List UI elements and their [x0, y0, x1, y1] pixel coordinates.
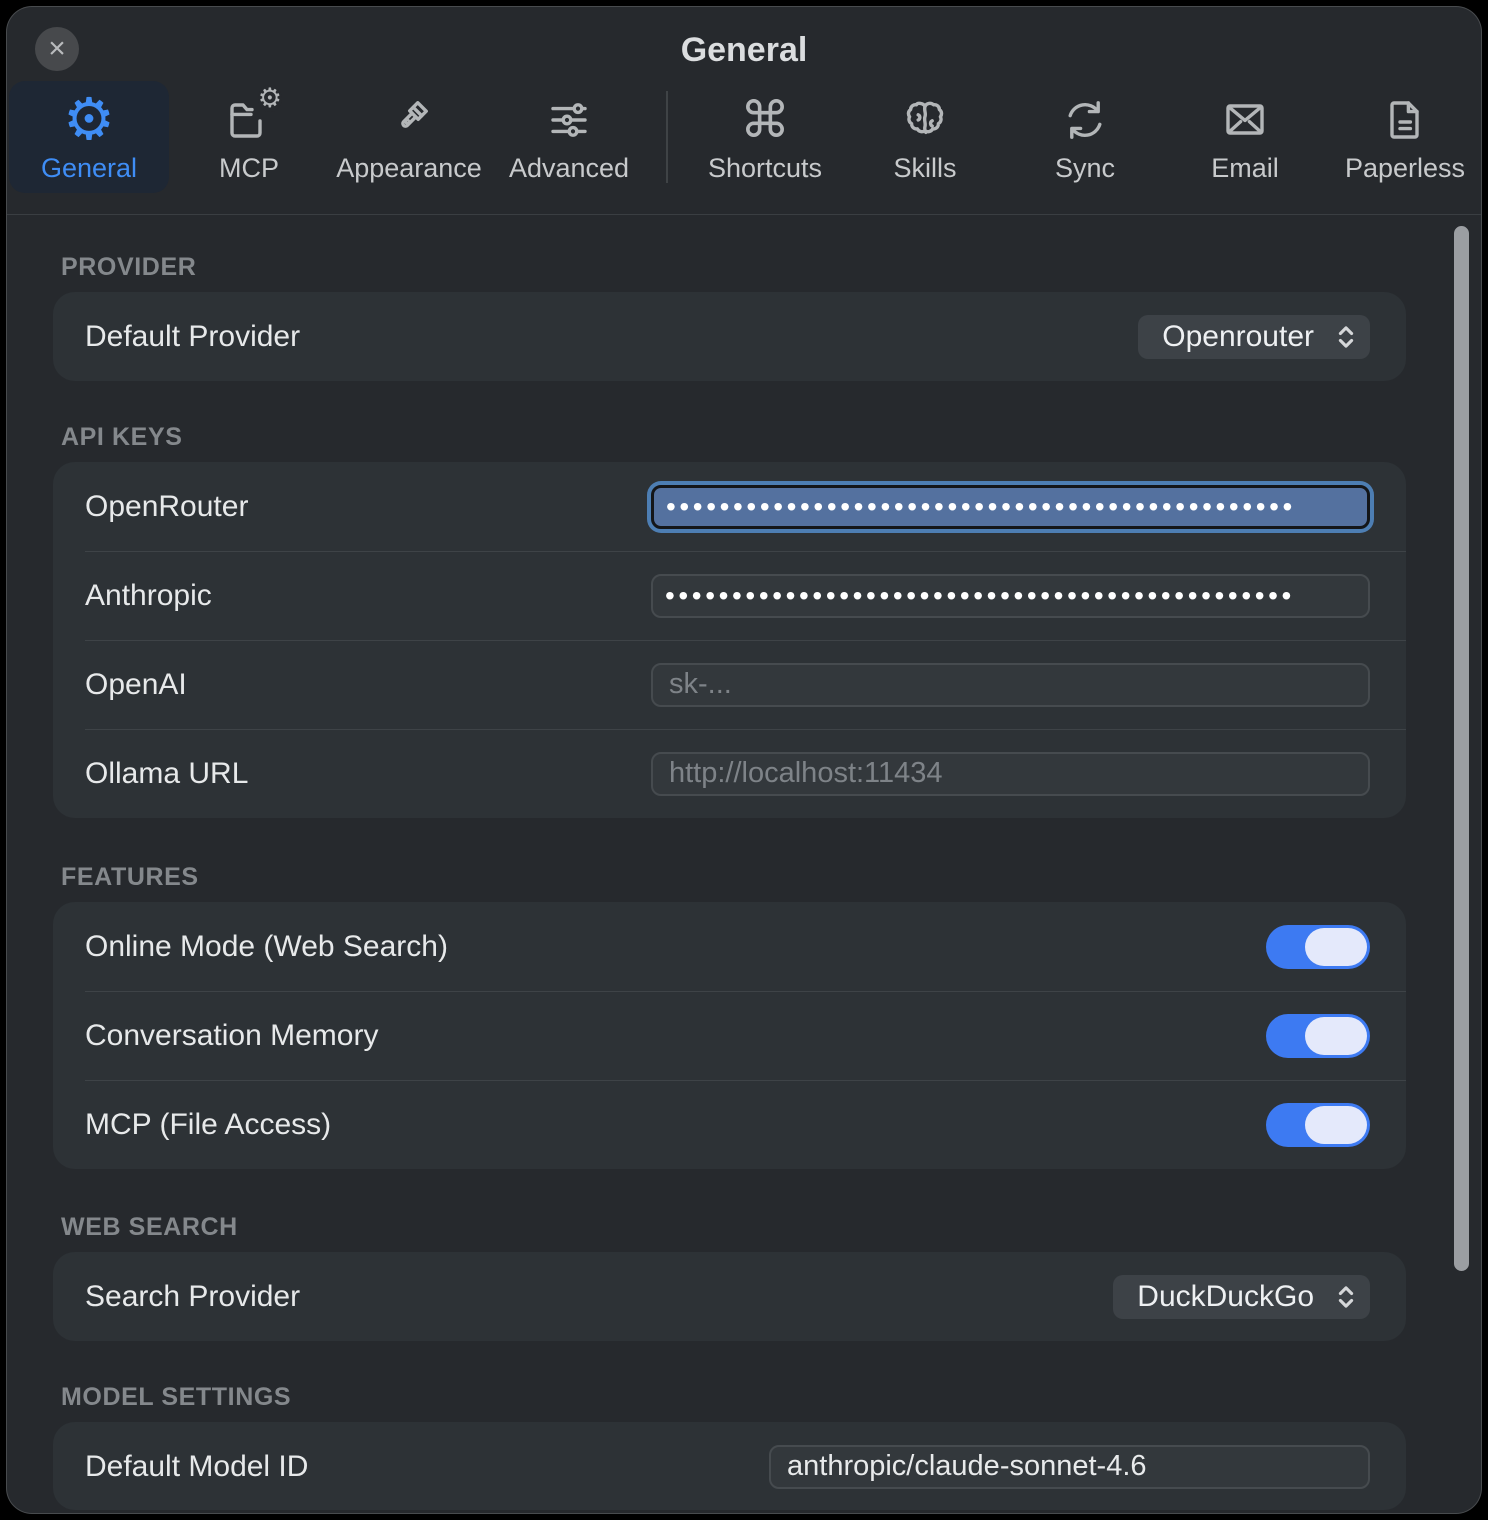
paintbrush-icon — [385, 91, 433, 149]
default-model-id-row: Default Model ID — [53, 1422, 1406, 1511]
default-model-id-input[interactable] — [769, 1445, 1370, 1489]
ollama-url-row: Ollama URL — [53, 729, 1406, 818]
tab-shortcuts[interactable]: ⌘ Shortcuts — [685, 81, 845, 193]
openrouter-key-label: OpenRouter — [85, 490, 651, 524]
search-provider-select[interactable]: DuckDuckGo — [1113, 1275, 1370, 1319]
command-icon: ⌘ — [740, 91, 790, 149]
document-icon — [1381, 91, 1429, 149]
openai-key-row: OpenAI — [53, 640, 1406, 729]
tab-label: Sync — [1055, 153, 1115, 184]
tab-mcp[interactable]: ⚙ MCP — [169, 81, 329, 193]
default-provider-label: Default Provider — [85, 320, 1138, 354]
model-settings-card: Default Model ID — [53, 1422, 1406, 1510]
default-model-id-label: Default Model ID — [85, 1450, 769, 1484]
sliders-icon — [545, 91, 593, 149]
provider-card: Default Provider Openrouter — [53, 292, 1406, 381]
tab-paperless[interactable]: Paperless — [1325, 81, 1482, 193]
tab-label: Advanced — [509, 153, 629, 184]
mcp-file-access-label: MCP (File Access) — [85, 1108, 1266, 1142]
toggle-knob — [1305, 1106, 1367, 1144]
search-provider-value: DuckDuckGo — [1137, 1280, 1314, 1314]
online-mode-toggle[interactable] — [1266, 925, 1370, 969]
conversation-memory-row: Conversation Memory — [53, 991, 1406, 1080]
sync-icon — [1061, 91, 1109, 149]
toolbar: × General ⚙ General ⚙ MCP — [7, 7, 1481, 215]
tab-appearance[interactable]: Appearance — [329, 81, 489, 193]
section-header-provider: PROVIDER — [61, 253, 196, 282]
section-header-api-keys: API KEYS — [61, 423, 183, 452]
default-provider-value: Openrouter — [1162, 320, 1314, 354]
web-search-card: Search Provider DuckDuckGo — [53, 1252, 1406, 1341]
toggle-knob — [1305, 928, 1367, 966]
openrouter-key-row: OpenRouter •••••••••••••••••••••••••••••… — [53, 462, 1406, 551]
tab-advanced[interactable]: Advanced — [489, 81, 649, 193]
tab-label: Shortcuts — [708, 153, 822, 184]
ollama-url-label: Ollama URL — [85, 757, 651, 791]
openai-key-label: OpenAI — [85, 668, 651, 702]
anthropic-key-input[interactable]: ••••••••••••••••••••••••••••••••••••••••… — [651, 574, 1370, 618]
tab-label: MCP — [219, 153, 279, 184]
tab-bar: ⚙ General ⚙ MCP — [9, 81, 1482, 193]
tab-skills[interactable]: Skills — [845, 81, 1005, 193]
mcp-file-access-toggle[interactable] — [1266, 1103, 1370, 1147]
section-header-features: FEATURES — [61, 863, 199, 892]
tab-label: General — [41, 153, 137, 184]
online-mode-row: Online Mode (Web Search) — [53, 902, 1406, 991]
chevron-up-down-icon — [1336, 323, 1356, 351]
gear-icon: ⚙ — [63, 91, 115, 149]
ollama-url-input[interactable] — [651, 752, 1370, 796]
tab-label: Paperless — [1345, 153, 1465, 184]
tab-sync[interactable]: Sync — [1005, 81, 1165, 193]
toggle-knob — [1305, 1017, 1367, 1055]
features-card: Online Mode (Web Search) Conversation Me… — [53, 902, 1406, 1169]
window-title: General — [7, 31, 1481, 70]
default-provider-select[interactable]: Openrouter — [1138, 315, 1370, 359]
anthropic-key-row: Anthropic ••••••••••••••••••••••••••••••… — [53, 551, 1406, 640]
scrollbar-thumb[interactable] — [1454, 226, 1469, 1271]
anthropic-key-label: Anthropic — [85, 579, 651, 613]
openrouter-key-input[interactable]: ••••••••••••••••••••••••••••••••••••••••… — [651, 485, 1370, 529]
chevron-up-down-icon — [1336, 1283, 1356, 1311]
tab-label: Appearance — [336, 153, 482, 184]
openai-key-input[interactable] — [651, 663, 1370, 707]
tab-label: Skills — [893, 153, 956, 184]
section-header-model-settings: MODEL SETTINGS — [61, 1383, 291, 1412]
search-provider-row: Search Provider DuckDuckGo — [53, 1252, 1406, 1341]
settings-window: × General ⚙ General ⚙ MCP — [6, 6, 1482, 1514]
mcp-file-access-row: MCP (File Access) — [53, 1080, 1406, 1169]
default-provider-row: Default Provider Openrouter — [53, 292, 1406, 381]
envelope-icon — [1221, 91, 1269, 149]
conversation-memory-toggle[interactable] — [1266, 1014, 1370, 1058]
conversation-memory-label: Conversation Memory — [85, 1019, 1266, 1053]
section-header-web-search: WEB SEARCH — [61, 1213, 238, 1242]
search-provider-label: Search Provider — [85, 1280, 1113, 1314]
toolbar-divider — [666, 91, 668, 183]
folder-gear-icon: ⚙ — [225, 91, 273, 149]
tab-email[interactable]: Email — [1165, 81, 1325, 193]
api-keys-card: OpenRouter •••••••••••••••••••••••••••••… — [53, 462, 1406, 818]
brain-icon — [901, 91, 949, 149]
tab-general[interactable]: ⚙ General — [9, 81, 169, 193]
tab-label: Email — [1211, 153, 1279, 184]
online-mode-label: Online Mode (Web Search) — [85, 930, 1266, 964]
